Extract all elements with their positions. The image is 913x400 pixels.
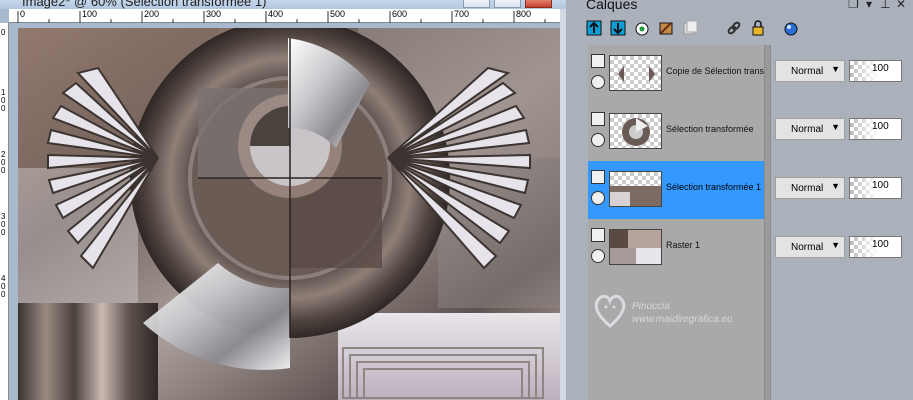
ruler-label: 0 (20, 9, 26, 19)
blend-mode-select[interactable]: Normal ▼ (775, 60, 845, 82)
ruler-label: 500 (330, 9, 346, 19)
opacity-field[interactable]: 100 (849, 177, 902, 199)
layer-type-icon (591, 54, 605, 68)
link-icon[interactable] (724, 18, 744, 38)
layer-thumbnail (609, 113, 662, 149)
eye-icon[interactable] (591, 191, 605, 205)
opacity-value: 100 (872, 121, 889, 132)
panel-splitter[interactable] (764, 45, 771, 400)
chevron-down-icon: ▼ (831, 64, 840, 74)
vertical-ruler: 0 1 0 0 2 0 0 3 0 0 4 0 0 (0, 23, 9, 400)
layer-row-selected[interactable]: Sélection transformée 1 (588, 161, 764, 219)
blend-mode-select[interactable]: Normal ▼ (775, 177, 845, 199)
new-adjustment-layer-icon[interactable] (632, 18, 652, 38)
chevron-down-icon: ▼ (831, 181, 840, 191)
layer-thumbnail (609, 229, 662, 265)
blend-mode-value: Normal (791, 183, 824, 194)
opacity-field[interactable]: 100 (849, 60, 902, 82)
opacity-value: 100 (872, 63, 889, 74)
artwork (18, 28, 560, 400)
layers-list: Copie de Sélection transformée Sélection… (588, 45, 766, 400)
ruler-label: 700 (454, 9, 470, 19)
ruler-label: 800 (516, 9, 532, 19)
image-window: Image2* @ 60% (Sélection transformée 1) … (0, 0, 566, 400)
chevron-down-icon: ▼ (831, 122, 840, 132)
close-icon[interactable]: ✕ (896, 0, 906, 11)
image-canvas[interactable] (18, 28, 560, 400)
minimize-button[interactable] (463, 0, 490, 8)
opacity-field[interactable]: 100 (849, 118, 902, 140)
blend-mode-value: Normal (791, 66, 824, 77)
eye-icon[interactable] (591, 133, 605, 147)
ruler-label: 100 (82, 9, 98, 19)
layer-name: Sélection transformée 1 (666, 182, 762, 192)
restore-icon[interactable]: ❐ (848, 0, 859, 11)
ruler-label: 200 (144, 9, 160, 19)
blend-mode-value: Normal (791, 124, 824, 135)
layer-properties-icon[interactable] (780, 18, 800, 38)
ruler-label: 3 0 0 (1, 212, 6, 237)
layer-row[interactable]: Copie de Sélection transformée (588, 45, 766, 103)
new-vector-layer-icon[interactable] (608, 18, 628, 38)
chevron-down-icon: ▼ (831, 240, 840, 250)
eye-icon[interactable] (591, 249, 605, 263)
layer-row[interactable]: Sélection transformée (588, 103, 764, 161)
layer-type-icon (591, 228, 605, 242)
layers-palette-title: Calques (586, 0, 638, 12)
layer-thumbnail (609, 171, 662, 207)
layer-name: Sélection transformée (666, 124, 754, 134)
close-button[interactable] (525, 0, 552, 8)
layer-type-icon (591, 112, 605, 126)
opacity-value: 100 (872, 180, 889, 191)
layers-palette-titlebar[interactable]: Calques ❐ ▾ ⊥ ✕ (566, 0, 913, 12)
blend-mode-value: Normal (791, 242, 824, 253)
layer-name: Copie de Sélection transformée (666, 66, 766, 76)
lock-icon[interactable] (748, 18, 768, 38)
horizontal-ruler: 0 100 200 300 400 500 600 700 800 (9, 9, 560, 23)
duplicate-layer-icon[interactable] (680, 18, 700, 38)
ruler-label: 1 0 0 (1, 88, 6, 113)
heart-logo-icon (594, 294, 626, 328)
dropdown-arrow-icon[interactable]: ▾ (866, 0, 872, 11)
blend-mode-select[interactable]: Normal ▼ (775, 118, 845, 140)
opacity-value: 100 (872, 239, 889, 250)
watermark: Pinuccia www.maidiregrafica.eu (590, 290, 790, 340)
watermark-name: Pinuccia (632, 301, 670, 312)
layer-type-icon (591, 170, 605, 184)
maximize-button[interactable] (494, 0, 521, 8)
ruler-label: 2 0 0 (1, 150, 6, 175)
ruler-label: 0 (1, 28, 6, 37)
pin-icon[interactable]: ⊥ (880, 0, 890, 11)
layer-name: Raster 1 (666, 240, 701, 250)
image-window-titlebar[interactable]: Image2* @ 60% (Sélection transformée 1) (0, 0, 566, 9)
ruler-label: 4 0 0 (1, 274, 6, 299)
layer-thumbnail (609, 55, 662, 91)
eye-icon[interactable] (591, 75, 605, 89)
ruler-label: 300 (206, 9, 222, 19)
watermark-url: www.maidiregrafica.eu (632, 314, 733, 325)
new-raster-layer-icon[interactable] (584, 18, 604, 38)
layer-row[interactable]: Raster 1 (588, 219, 764, 277)
image-window-title: Image2* @ 60% (Sélection transformée 1) (22, 0, 267, 9)
new-mask-layer-icon[interactable] (656, 18, 676, 38)
layers-palette: Calques ❐ ▾ ⊥ ✕ Copie de Sélection trans… (566, 0, 913, 400)
ruler-label: 400 (268, 9, 284, 19)
opacity-field[interactable]: 100 (849, 236, 902, 258)
blend-mode-select[interactable]: Normal ▼ (775, 236, 845, 258)
ruler-label: 600 (392, 9, 408, 19)
